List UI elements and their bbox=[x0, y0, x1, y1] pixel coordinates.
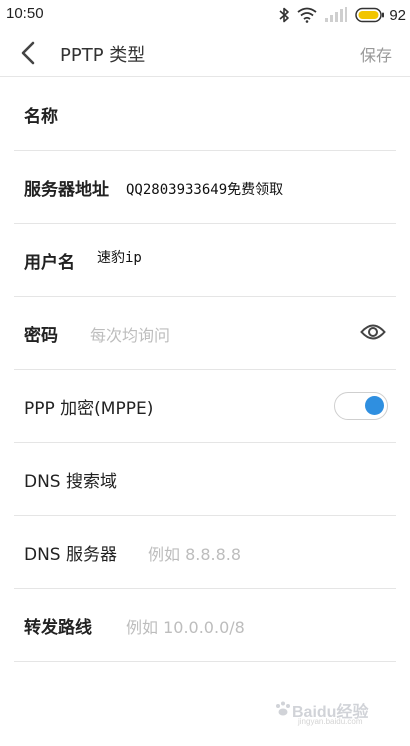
status-time: 10:50 bbox=[6, 5, 44, 22]
ppp-encryption-toggle[interactable] bbox=[334, 392, 388, 420]
ppp-encryption-label: PPP 加密(MPPE) bbox=[24, 399, 154, 419]
forward-routes-label: 转发路线 bbox=[24, 618, 92, 638]
watermark: Baidu经验 jingyan.baidu.com bbox=[274, 698, 384, 728]
status-icons: 92 bbox=[278, 4, 406, 26]
divider bbox=[14, 661, 396, 662]
chevron-left-icon[interactable] bbox=[16, 40, 42, 66]
form-row-username[interactable]: 用户名 速豹ip bbox=[0, 224, 410, 297]
paw-icon bbox=[276, 701, 290, 716]
header-bar: PPTP 类型 保存 bbox=[0, 30, 410, 77]
watermark-sub: jingyan.baidu.com bbox=[298, 717, 363, 726]
bluetooth-icon bbox=[279, 7, 290, 23]
page-title: PPTP 类型 bbox=[60, 45, 146, 66]
username-input[interactable]: 速豹ip bbox=[97, 247, 142, 267]
dns-server-label: DNS 服务器 bbox=[24, 545, 118, 565]
form-row-name[interactable]: 名称 bbox=[0, 78, 410, 151]
form-row-forward-routes[interactable]: 转发路线 例如 10.0.0.0/8 bbox=[0, 589, 410, 662]
form-row-password[interactable]: 密码 每次均询问 bbox=[0, 297, 410, 370]
forward-routes-input[interactable]: 例如 10.0.0.0/8 bbox=[126, 614, 245, 638]
server-label: 服务器地址 bbox=[24, 180, 109, 200]
signal-icon bbox=[325, 7, 348, 22]
save-button[interactable]: 保存 bbox=[360, 42, 392, 66]
battery-percent: 92 bbox=[389, 6, 406, 24]
wifi-icon bbox=[297, 7, 317, 23]
form-row-server[interactable]: 服务器地址 QQ2803933649免费领取 bbox=[0, 151, 410, 224]
form-row-dns-server[interactable]: DNS 服务器 例如 8.8.8.8 bbox=[0, 516, 410, 589]
toggle-knob bbox=[365, 396, 384, 415]
battery-icon bbox=[355, 7, 385, 23]
dns-server-input[interactable]: 例如 8.8.8.8 bbox=[148, 541, 241, 565]
password-label: 密码 bbox=[24, 326, 58, 346]
password-input[interactable]: 每次均询问 bbox=[90, 322, 170, 346]
name-label: 名称 bbox=[24, 107, 58, 127]
form-row-ppp-encryption[interactable]: PPP 加密(MPPE) bbox=[0, 370, 410, 443]
battery: 92 bbox=[355, 7, 406, 24]
username-label: 用户名 bbox=[24, 253, 75, 273]
form-row-dns-search[interactable]: DNS 搜索域 bbox=[0, 443, 410, 516]
server-input[interactable]: QQ2803933649免费领取 bbox=[126, 179, 283, 199]
eye-icon[interactable] bbox=[360, 321, 386, 343]
dns-search-label: DNS 搜索域 bbox=[24, 472, 118, 492]
status-bar: 10:50 92 bbox=[0, 0, 410, 30]
